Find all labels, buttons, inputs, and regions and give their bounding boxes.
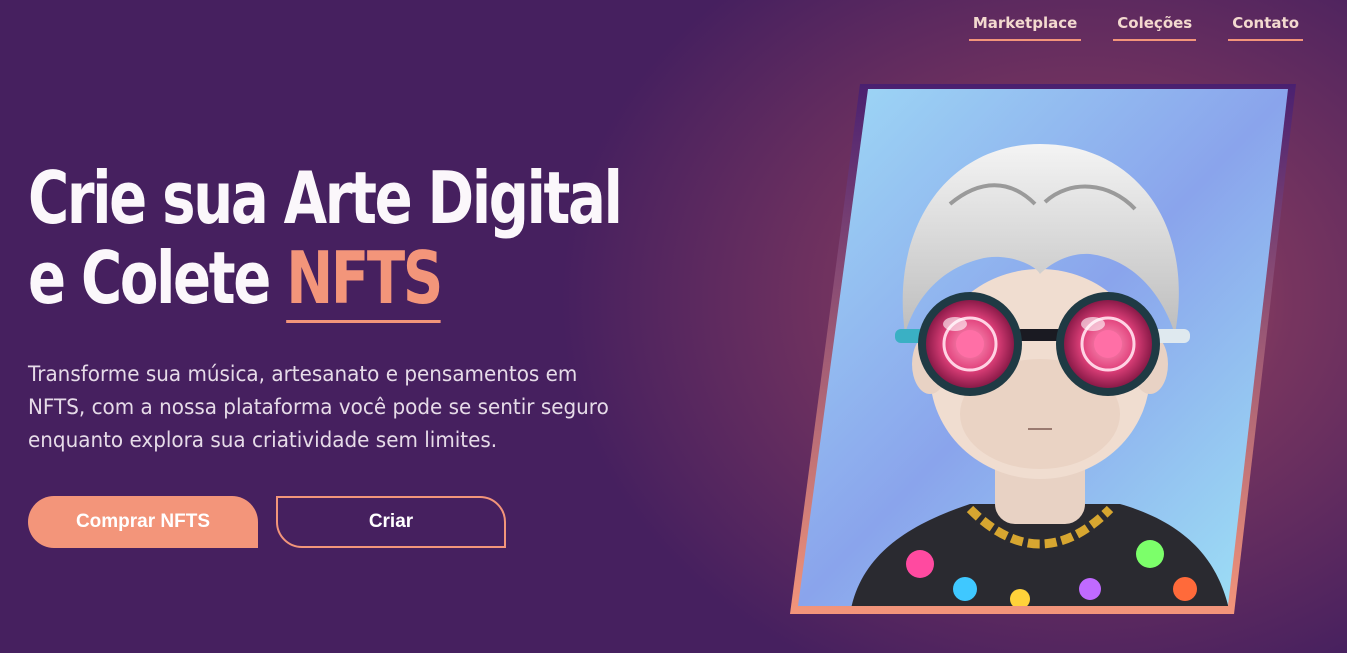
hero-title-line1: Crie sua Arte Digital <box>28 156 623 240</box>
create-button[interactable]: Criar <box>276 496 506 548</box>
hero-title-line2-prefix: e Colete <box>28 236 287 320</box>
nft-avatar-image <box>790 84 1296 614</box>
hero-title: Crie sua Arte Digital e Colete NFTS <box>28 156 623 323</box>
buy-nfts-button[interactable]: Comprar NFTS <box>28 496 258 548</box>
nft-art-card <box>790 84 1296 614</box>
nav-link-colecoes[interactable]: Coleções <box>1113 10 1197 41</box>
nav-link-marketplace[interactable]: Marketplace <box>968 10 1082 41</box>
hero-title-highlight: NFTS <box>286 236 443 323</box>
top-nav: Marketplace Coleções Contato <box>968 10 1303 41</box>
nav-link-contato[interactable]: Contato <box>1228 10 1303 41</box>
hero-description: Transforme sua música, artesanato e pens… <box>28 362 609 452</box>
